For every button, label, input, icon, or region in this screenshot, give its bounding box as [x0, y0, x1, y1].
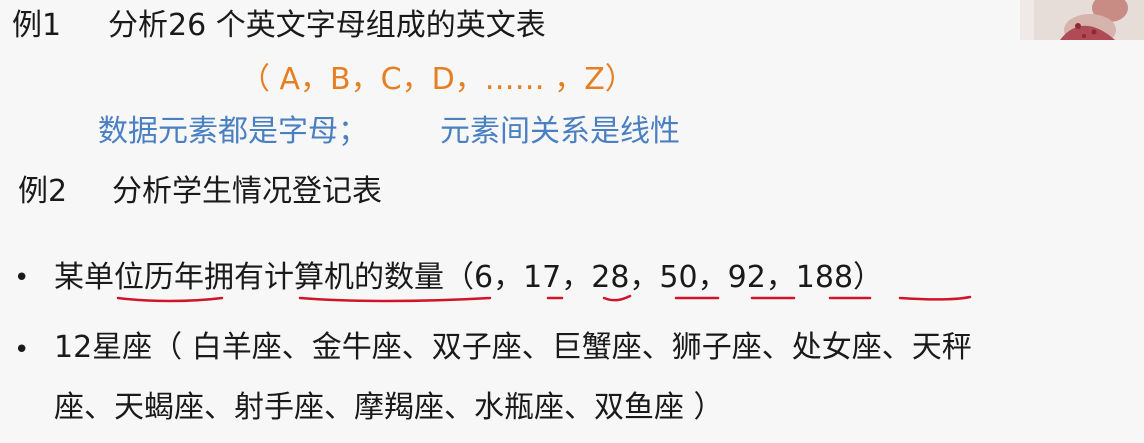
- bullet-marker: •: [14, 263, 30, 293]
- webcam-thumbnail: [1020, 0, 1144, 40]
- note-data-elements: 数据元素都是字母；: [98, 114, 368, 149]
- bullet-zodiac-line-1: 12星座（ 白羊座、金牛座、双子座、巨蟹座、狮子座、处女座、天秤: [54, 330, 972, 365]
- underline-jisuanji: [298, 296, 492, 303]
- note-element-relation: 元素间关系是线性: [440, 114, 680, 149]
- bullet-computer-count: 某单位历年拥有计算机的数量（6，17，28，50，92，188）: [54, 260, 884, 295]
- example-2-label: 例2: [18, 174, 68, 209]
- alphabet-list: （ A，B，C，D，…… ，Z）: [240, 62, 635, 97]
- bullet-marker: •: [14, 335, 30, 365]
- underline-danwei-lilian: [116, 296, 224, 303]
- example-1-label: 例1: [12, 8, 62, 43]
- underline-188: [898, 295, 972, 301]
- example-1-text: 分析26 个英文字母组成的英文表: [108, 8, 546, 43]
- example-2-text: 分析学生情况登记表: [112, 174, 382, 209]
- bullet-zodiac-line-2: 座、天蝎座、射手座、摩羯座、水瓶座、双鱼座 ）: [54, 390, 724, 425]
